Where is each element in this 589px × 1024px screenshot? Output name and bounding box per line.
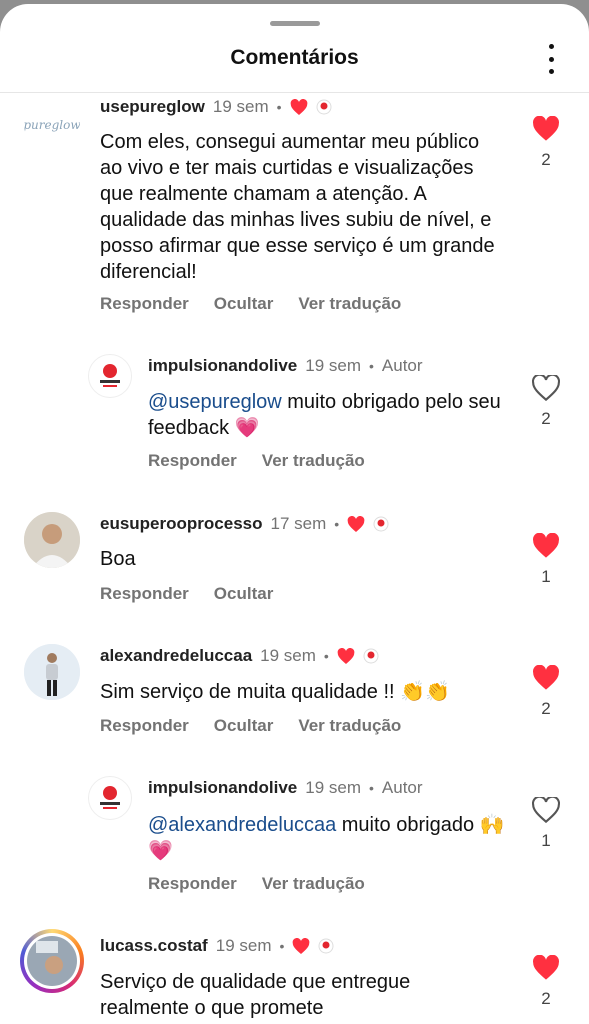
comment-username[interactable]: alexandredeluccaa — [100, 646, 252, 666]
pureglow-logo-text: pureglow — [24, 118, 80, 132]
like-count: 1 — [541, 567, 551, 586]
comment-username[interactable]: impulsionandolive — [148, 778, 297, 798]
separator-dot: • — [369, 358, 374, 374]
creator-liked-icon — [293, 937, 310, 954]
comment-time: 17 sem — [270, 514, 327, 533]
author-badge: Autor — [381, 778, 423, 797]
creator-avatar-icon — [318, 938, 334, 954]
hide-button[interactable]: Ocultar — [214, 294, 274, 314]
comments-sheet: Comentários pureglow usepureglow 19 sem … — [0, 4, 589, 1024]
separator-dot: • — [279, 938, 285, 954]
separator-dot: • — [369, 780, 374, 796]
drag-handle[interactable] — [270, 21, 320, 26]
hide-button[interactable]: Ocultar — [214, 716, 274, 736]
comment-time: 19 sem — [212, 97, 269, 116]
comment-username[interactable]: impulsionandolive — [148, 356, 297, 376]
like-count: 2 — [541, 989, 551, 1008]
avatar[interactable] — [24, 644, 80, 700]
translate-button[interactable]: Ver tradução — [298, 294, 401, 314]
like-count: 1 — [541, 831, 551, 850]
page-title: Comentários — [230, 46, 359, 69]
heart-filled-icon[interactable] — [532, 665, 560, 691]
comment-time: 19 sem — [305, 778, 361, 797]
avatar[interactable]: pureglow — [24, 96, 80, 152]
translate-button[interactable]: Ver tradução — [262, 874, 365, 894]
separator-dot: • — [334, 516, 340, 532]
creator-avatar-icon — [316, 99, 332, 115]
author-badge: Autor — [381, 356, 423, 375]
comment-username[interactable]: lucass.costaf — [100, 936, 208, 956]
like-control[interactable]: 2 — [530, 665, 562, 719]
avatar[interactable] — [88, 354, 132, 398]
reply-button[interactable]: Responder — [148, 451, 237, 471]
header-divider — [0, 92, 589, 93]
comment-time: 19 sem — [305, 356, 361, 375]
translate-button[interactable]: Ver tradução — [262, 451, 365, 471]
mention-link[interactable]: @usepureglow — [148, 391, 282, 413]
heart-filled-icon[interactable] — [532, 955, 560, 981]
avatar[interactable] — [20, 929, 84, 993]
hide-button[interactable]: Ocultar — [214, 584, 274, 604]
like-control[interactable]: 2 — [530, 955, 562, 1009]
comment-text: Sim serviço de muita qualidade !! 👏👏 — [100, 681, 450, 703]
comment-text: @alexandredeluccaa muito obrigado 🙌💗 — [148, 812, 508, 864]
separator-dot: • — [323, 648, 329, 664]
heart-filled-icon[interactable] — [532, 533, 560, 559]
comment-time: 19 sem — [215, 936, 272, 955]
avatar[interactable] — [24, 512, 80, 568]
comment-text: Boa — [100, 548, 136, 570]
avatar[interactable] — [88, 776, 132, 820]
heart-outline-icon[interactable] — [532, 797, 560, 823]
comment-username[interactable]: eusuperooprocesso — [100, 514, 263, 534]
comment-text: Serviço de qualidade que entregue realme… — [100, 971, 411, 1019]
translate-button[interactable]: Ver tradução — [298, 716, 401, 736]
more-vertical-icon[interactable] — [539, 44, 563, 74]
mention-link[interactable]: @alexandredeluccaa — [148, 814, 336, 836]
creator-liked-icon — [337, 647, 355, 664]
creator-avatar-icon — [363, 648, 379, 664]
comment-username[interactable]: usepureglow — [100, 97, 205, 117]
separator-dot: • — [276, 99, 282, 115]
reply-button[interactable]: Responder — [100, 716, 189, 736]
creator-avatar-icon — [373, 516, 389, 532]
comment-text: Com eles, consegui aumentar meu público … — [100, 131, 495, 283]
creator-liked-icon — [347, 515, 365, 532]
comment-text: @usepureglow muito obrigado pelo seu fee… — [148, 389, 508, 441]
heart-filled-icon[interactable] — [532, 116, 560, 142]
heart-outline-icon[interactable] — [532, 375, 560, 401]
creator-liked-icon — [290, 98, 307, 115]
like-count: 2 — [541, 699, 551, 718]
like-count: 2 — [541, 150, 551, 169]
like-control[interactable]: 2 — [530, 116, 562, 170]
reply-button[interactable]: Responder — [148, 874, 237, 894]
like-control[interactable]: 2 — [530, 375, 562, 429]
like-control[interactable]: 1 — [530, 533, 562, 587]
like-control[interactable]: 1 — [530, 797, 562, 851]
like-count: 2 — [541, 409, 551, 428]
reply-button[interactable]: Responder — [100, 294, 189, 314]
comment-time: 19 sem — [260, 646, 316, 665]
reply-button[interactable]: Responder — [100, 584, 189, 604]
